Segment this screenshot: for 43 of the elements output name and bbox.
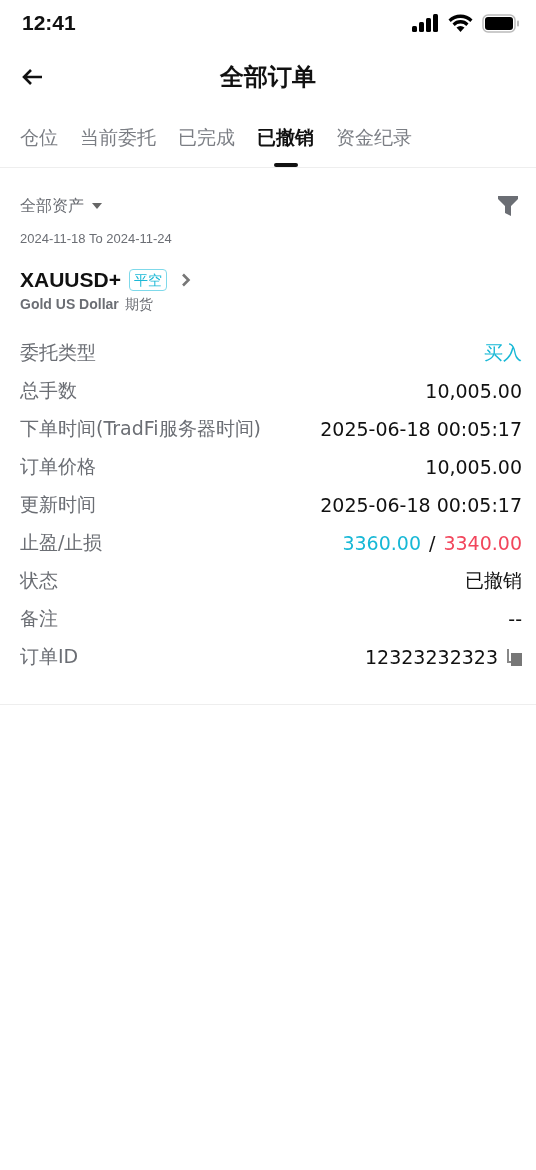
field-value: 10,005.00 (425, 456, 522, 478)
field-label: 状态 (20, 568, 58, 593)
tab[interactable]: 已撤销 (247, 108, 324, 167)
tab[interactable]: 当前委托 (70, 108, 166, 167)
take-profit-value: 3360.00 (342, 532, 421, 554)
separator: / (429, 532, 436, 554)
field-label: 止盈/止损 (20, 530, 103, 555)
field-label: 订单价格 (20, 454, 96, 479)
symbol-name: XAUUSD+ (20, 268, 121, 292)
stop-loss-value: 3340.00 (443, 532, 522, 554)
wifi-icon (448, 14, 473, 32)
field-label: 委托类型 (20, 340, 96, 365)
tab[interactable]: 资金纪录 (326, 108, 422, 167)
asset-dropdown[interactable]: 全部资产 (20, 195, 102, 217)
page-title: 全部订单 (220, 62, 316, 93)
status-time: 12:41 (22, 11, 76, 35)
field-value: 已撤销 (465, 568, 522, 593)
field-value: 2025-06-18 00:05:17 (320, 418, 522, 440)
instrument-name: Gold US Dollar (20, 296, 119, 314)
tab[interactable]: 仓位 (10, 108, 68, 167)
field-label: 备注 (20, 606, 58, 631)
back-button[interactable] (21, 68, 43, 86)
instrument-type: 期货 (124, 296, 153, 314)
filter-icon (498, 196, 518, 216)
field-label: 订单ID (20, 644, 79, 669)
field-value: 买入 (484, 340, 522, 365)
filter-button[interactable] (498, 196, 518, 216)
field-label: 总手数 (20, 378, 77, 403)
back-arrow-icon (21, 68, 43, 86)
field-value: 12323232323 (365, 646, 498, 668)
copy-icon[interactable] (506, 648, 522, 666)
tab[interactable]: 已完成 (168, 108, 245, 167)
field-value: 10,005.00 (425, 380, 522, 402)
field-value: 2025-06-18 00:05:17 (320, 494, 522, 516)
date-range: 2024-11-18 To 2024-11-24 (19, 230, 173, 246)
side-tag: 平空 (128, 269, 167, 291)
field-value: -- (508, 608, 522, 630)
field-label: 下单时间(TradFi服务器时间) (20, 416, 261, 441)
battery-icon (482, 13, 520, 33)
chevron-right-icon[interactable] (180, 273, 191, 287)
caret-icon (92, 203, 102, 209)
field-label: 更新时间 (20, 492, 96, 517)
signal-icon (412, 14, 439, 32)
